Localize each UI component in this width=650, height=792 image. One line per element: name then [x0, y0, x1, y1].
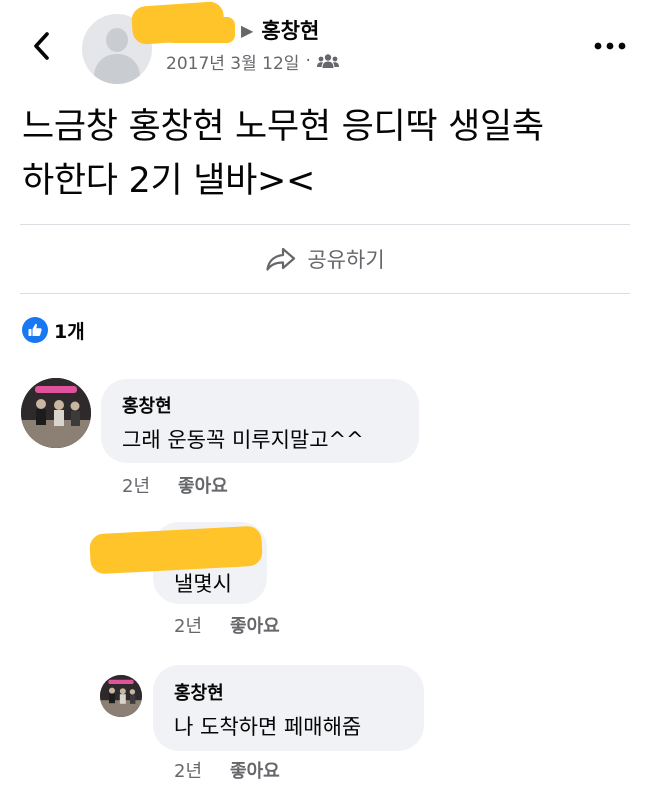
- like-badge: [22, 317, 48, 343]
- reply-text: 낼몇시: [174, 572, 232, 596]
- reply-actions: 2년 좋아요: [174, 757, 280, 783]
- post-meta: 2017년 3월 12일 ·: [166, 48, 339, 74]
- meta-separator: ·: [305, 51, 311, 71]
- reply-author[interactable]: 홍창현: [174, 679, 224, 705]
- back-button[interactable]: [26, 30, 58, 62]
- share-label: 공유하기: [307, 248, 385, 272]
- reply-actions: 2년 좋아요: [174, 612, 280, 638]
- share-arrow-icon: [266, 247, 296, 271]
- like-action[interactable]: 좋아요: [230, 757, 280, 783]
- comment-actions: 2년 좋아요: [122, 472, 228, 498]
- comment-avatar[interactable]: [21, 378, 91, 448]
- post-text-line-1: 느금창 홍창현 노무현 응디딱 생일축: [22, 107, 544, 147]
- photo-avatar-icon: [100, 675, 142, 717]
- chevron-left-icon: [34, 32, 49, 60]
- divider-bottom: [20, 293, 630, 294]
- more-dots-icon: [594, 42, 626, 50]
- reply-time[interactable]: 2년: [174, 757, 202, 783]
- redacted-poster-name: [165, 17, 235, 43]
- post-body: 느금창 홍창현 노무현 응디딱 생일축 하한다 2기 낼바><: [22, 100, 632, 208]
- share-button[interactable]: 공유하기: [0, 234, 650, 284]
- like-action[interactable]: 좋아요: [178, 472, 228, 498]
- default-avatar-head: [106, 28, 128, 52]
- reaction-count: 1개: [54, 320, 85, 343]
- reply-avatar[interactable]: [100, 675, 142, 717]
- arrow-right-icon: ▶: [241, 20, 254, 40]
- reply-time[interactable]: 2년: [174, 612, 202, 638]
- comment-time[interactable]: 2년: [122, 472, 150, 498]
- default-avatar-body: [94, 54, 140, 84]
- post-text-line-2: 하한다 2기 낼바><: [22, 161, 316, 201]
- like-action[interactable]: 좋아요: [230, 612, 280, 638]
- comment-text: 그래 운동꼭 미루지말고^^: [122, 428, 364, 452]
- post-date[interactable]: 2017년 3월 12일: [166, 49, 299, 74]
- divider-top: [20, 224, 630, 225]
- photo-avatar-icon: [21, 378, 91, 448]
- friends-icon: [316, 54, 339, 68]
- reaction-summary[interactable]: 1개: [22, 314, 85, 346]
- reply-text: 나 도착하면 페매해줌: [174, 715, 362, 739]
- post-target-name[interactable]: 홍창현: [261, 15, 319, 45]
- more-options-button[interactable]: [592, 34, 628, 58]
- thumbs-up-icon: [28, 323, 42, 336]
- post-author-line: ▶ 홍창현: [165, 14, 319, 46]
- comment-author[interactable]: 홍창현: [122, 392, 172, 418]
